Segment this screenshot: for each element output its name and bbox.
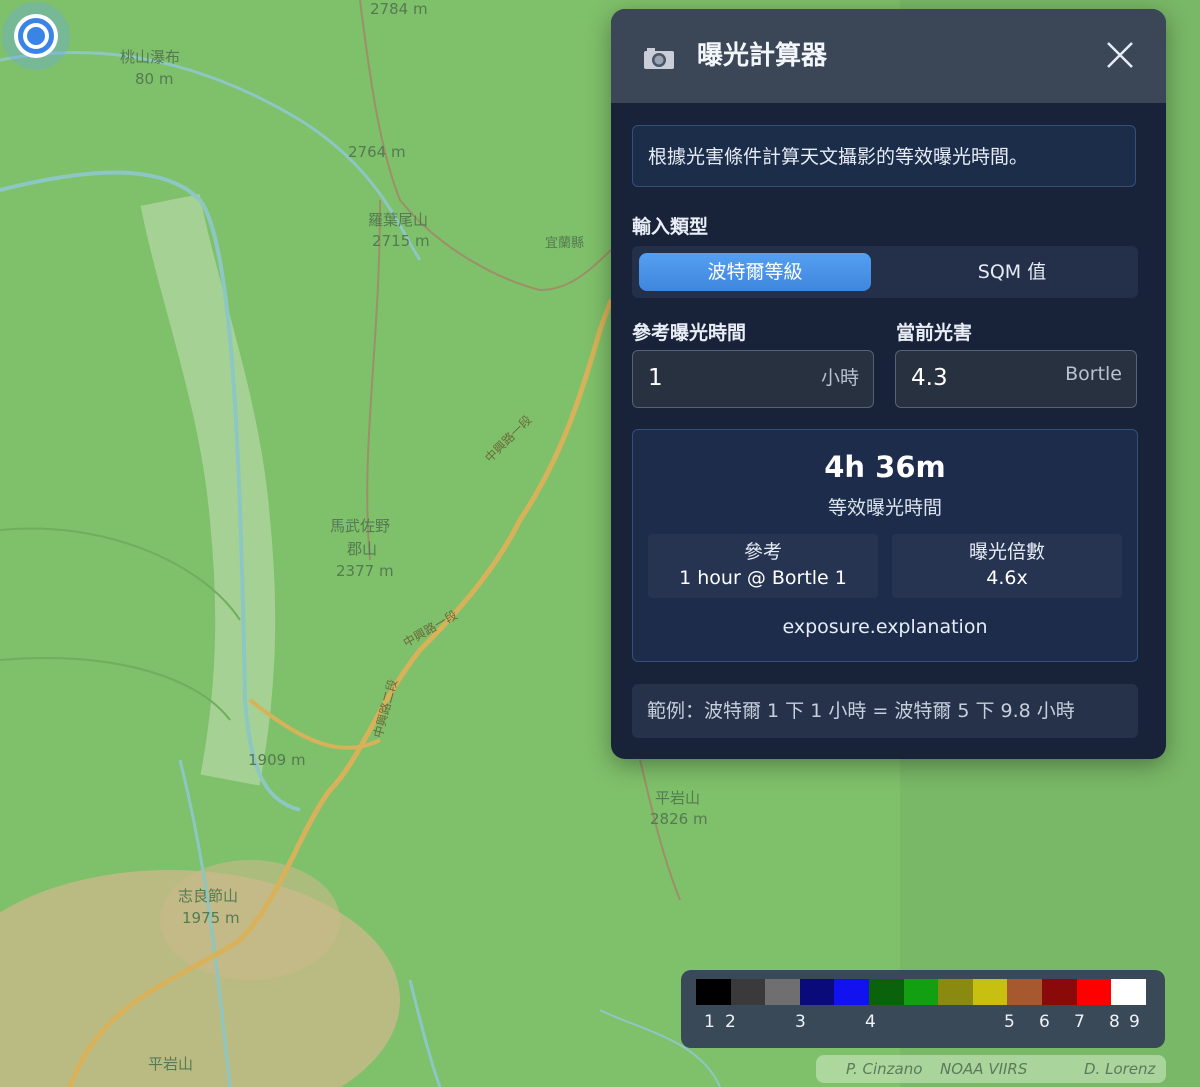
map-label-peak1-elev: 2784 m	[370, 0, 428, 18]
current-location-marker[interactable]	[0, 0, 72, 72]
legend-tick: 4	[865, 1012, 876, 1032]
legend-swatch	[730, 979, 766, 1005]
multiplier-stat-value: 4.6x	[986, 567, 1028, 589]
example-text: 範例：波特爾 1 下 1 小時 = 波特爾 5 下 9.8 小時	[632, 684, 1138, 738]
current-light-field[interactable]: Bortle	[895, 350, 1137, 408]
reference-stat-label: 參考	[743, 541, 782, 563]
map-label-pingyan-name: 平岩山	[655, 789, 701, 807]
panel-title: 曝光計算器	[697, 41, 828, 71]
reference-exposure-unit: 小時	[820, 367, 859, 389]
legend-tick: 5	[1004, 1012, 1015, 1032]
map-label-waterfall: 桃山瀑布	[120, 48, 181, 66]
legend-swatch	[1076, 979, 1112, 1005]
legend-swatch	[1007, 979, 1042, 1005]
camera-icon	[644, 48, 674, 69]
attribution-lorenz[interactable]: D. Lorenz	[1084, 1055, 1155, 1083]
map-label-pingyan-elev: 2826 m	[650, 810, 708, 828]
reference-stat-value: 1 hour @ Bortle 1	[679, 567, 847, 589]
map-label-peak3-name: 羅葉尾山	[368, 211, 429, 229]
map-label-yilan: 宜蘭縣	[545, 236, 585, 251]
map-label-elev-1909: 1909 m	[248, 751, 306, 769]
legend-swatch	[696, 979, 731, 1005]
equivalent-exposure-value: 4h 36m	[824, 450, 946, 484]
legend-tick: 2	[725, 1012, 736, 1032]
legend-swatch	[1041, 979, 1077, 1005]
explanation-text: exposure.explanation	[782, 616, 988, 638]
legend-tick: 8	[1109, 1012, 1120, 1032]
attribution-cinzano[interactable]: P. Cinzano	[846, 1055, 922, 1083]
exposure-calculator-panel: 曝光計算器 根據光害條件計算天文攝影的等效曝光時間。 輸入類型 波特爾等級 SQ…	[611, 9, 1166, 759]
legend-tick: 3	[795, 1012, 806, 1032]
multiplier-stat: 曝光倍數 4.6x	[892, 534, 1122, 598]
attribution-noaa[interactable]: NOAA VIIRS	[940, 1055, 1027, 1083]
current-light-unit: Bortle	[1065, 363, 1122, 385]
multiplier-stat-label: 曝光倍數	[968, 541, 1045, 563]
reference-exposure-label: 參考曝光時間	[632, 322, 747, 344]
input-type-toggle: 波特爾等級 SQM 值	[632, 246, 1138, 298]
legend-color-bar	[696, 979, 1146, 1005]
legend-swatch	[938, 979, 973, 1005]
map-label-peak2-elev: 2764 m	[348, 143, 406, 161]
panel-header: 曝光計算器	[611, 9, 1166, 103]
current-light-input[interactable]	[911, 365, 1061, 391]
legend-tick: 6	[1039, 1012, 1050, 1032]
close-icon[interactable]	[1104, 39, 1136, 71]
reference-stat: 參考 1 hour @ Bortle 1	[648, 534, 878, 598]
legend-tick: 1	[704, 1012, 715, 1032]
legend-swatch	[834, 979, 869, 1005]
reference-exposure-field[interactable]: 小時	[632, 350, 874, 408]
light-pollution-legend: 1 2 3 4 5 6 7 8 9	[681, 970, 1165, 1048]
legend-swatch	[868, 979, 904, 1005]
map-attribution: P. Cinzano NOAA VIIRS D. Lorenz	[816, 1055, 1166, 1083]
current-light-label: 當前光害	[896, 322, 973, 344]
input-type-label: 輸入類型	[632, 216, 709, 238]
description-text: 根據光害條件計算天文攝影的等效曝光時間。	[632, 125, 1136, 187]
map-label-pingyan2-name: 平岩山	[148, 1055, 194, 1073]
legend-swatch	[972, 979, 1008, 1005]
map-label-zhiliang-elev: 1975 m	[182, 909, 240, 927]
map-label-mawu-elev: 2377 m	[336, 562, 394, 580]
map-label-zhiliang-name: 志良節山	[178, 887, 239, 905]
map-label-mawu-name2: 郡山	[347, 540, 378, 558]
legend-swatch	[765, 979, 800, 1005]
legend-tick: 7	[1074, 1012, 1085, 1032]
legend-tick: 9	[1129, 1012, 1140, 1032]
tab-sqm[interactable]: SQM 值	[894, 253, 1130, 291]
result-card: 4h 36m 等效曝光時間 參考 1 hour @ Bortle 1 曝光倍數 …	[632, 429, 1138, 662]
tab-bortle[interactable]: 波特爾等級	[639, 253, 871, 291]
map-label-mawu-name1: 馬武佐野	[330, 517, 391, 535]
equivalent-exposure-label: 等效曝光時間	[827, 497, 942, 519]
legend-swatch	[799, 979, 835, 1005]
map-label-waterfall-elev: 80 m	[135, 70, 174, 88]
legend-swatch	[1111, 979, 1146, 1005]
legend-swatch	[903, 979, 939, 1005]
map-label-peak3-elev: 2715 m	[372, 232, 430, 250]
reference-exposure-input[interactable]	[648, 365, 798, 391]
